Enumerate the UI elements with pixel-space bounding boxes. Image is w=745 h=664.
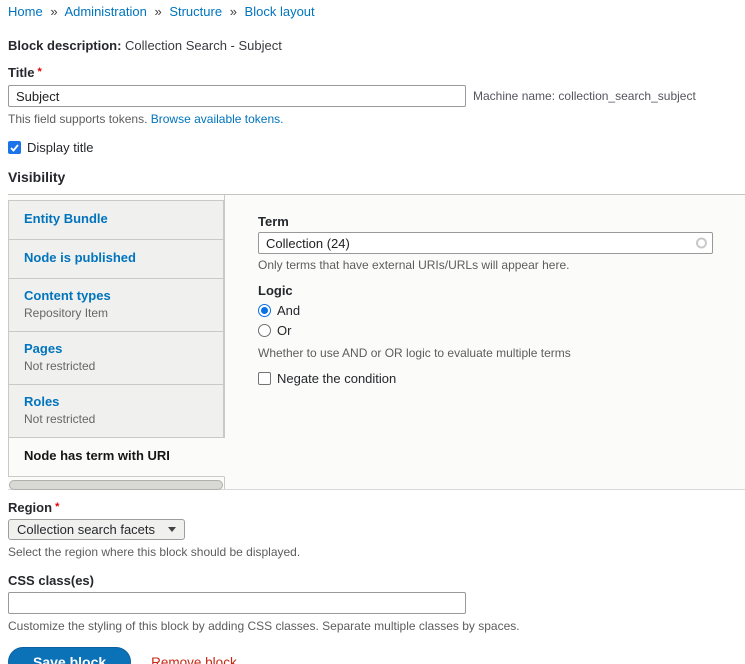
or-radio-label: Or	[277, 323, 291, 338]
browse-tokens-link[interactable]: Browse available tokens.	[151, 112, 284, 126]
tab-label: Node is published	[24, 250, 208, 266]
machine-name-label: Machine name:	[473, 89, 555, 103]
breadcrumb-link-block-layout[interactable]: Block layout	[245, 4, 315, 19]
term-input-wrap	[258, 232, 713, 254]
save-block-button[interactable]: Save block	[8, 647, 131, 664]
title-field-label: Title*	[8, 65, 745, 80]
logic-field-label: Logic	[258, 283, 745, 298]
term-field-label: Term	[258, 214, 745, 229]
tokens-help-text: This field supports tokens.	[8, 112, 147, 126]
checkmark-icon	[10, 144, 19, 152]
breadcrumb-separator: »	[154, 4, 161, 19]
breadcrumb-separator: »	[50, 4, 57, 19]
negate-condition-label: Negate the condition	[277, 371, 396, 386]
remove-block-link[interactable]: Remove block	[151, 655, 237, 664]
title-label-text: Title	[8, 65, 35, 80]
required-asterisk: *	[55, 501, 59, 513]
form-actions: Save block Remove block	[8, 647, 745, 664]
vertical-tabs-clipped-tab	[9, 480, 223, 490]
breadcrumb-link-home[interactable]: Home	[8, 4, 43, 19]
logic-description: Whether to use AND or OR logic to evalua…	[258, 346, 745, 360]
css-input-row	[8, 592, 745, 614]
machine-name: Machine name: collection_search_subject	[473, 89, 696, 103]
css-description: Customize the styling of this block by a…	[8, 619, 745, 633]
visibility-tab-pages[interactable]: Pages Not restricted	[8, 332, 224, 385]
visibility-heading: Visibility	[8, 169, 745, 185]
tab-label: Roles	[24, 394, 208, 410]
block-configuration-page: Home » Administration » Structure » Bloc…	[0, 0, 745, 664]
visibility-tab-node-is-published[interactable]: Node is published	[8, 240, 224, 279]
visibility-tab-content-types[interactable]: Content types Repository Item	[8, 279, 224, 332]
visibility-vertical-tabs: Entity Bundle Node is published Content …	[8, 194, 745, 490]
vertical-tabs-menu: Entity Bundle Node is published Content …	[8, 195, 224, 489]
autocomplete-indicator-icon	[696, 238, 707, 249]
title-input-row: Machine name: collection_search_subject	[8, 85, 745, 107]
title-help: This field supports tokens. Browse avail…	[8, 112, 745, 126]
block-description-value: Collection Search - Subject	[125, 38, 282, 53]
machine-name-value: collection_search_subject	[558, 89, 695, 103]
css-classes-label: CSS class(es)	[8, 573, 745, 588]
region-select[interactable]: Collection search facets	[8, 519, 185, 540]
display-title-checkbox[interactable]	[8, 141, 21, 154]
tab-label: Entity Bundle	[24, 211, 208, 227]
region-label-text: Region	[8, 500, 52, 515]
negate-condition-row[interactable]: Negate the condition	[258, 371, 745, 386]
and-radio[interactable]	[258, 304, 271, 317]
css-classes-input[interactable]	[8, 592, 466, 614]
visibility-tab-entity-bundle[interactable]: Entity Bundle	[8, 200, 224, 240]
chevron-down-icon	[168, 527, 176, 532]
title-input[interactable]	[8, 85, 466, 107]
tab-summary: Not restricted	[24, 412, 208, 427]
tab-label: Pages	[24, 341, 208, 357]
term-description: Only terms that have external URIs/URLs …	[258, 258, 745, 272]
tab-label: Content types	[24, 288, 208, 304]
breadcrumb-link-structure[interactable]: Structure	[169, 4, 222, 19]
breadcrumb-link-administration[interactable]: Administration	[64, 4, 146, 19]
visibility-tab-panel: Term Only terms that have external URIs/…	[224, 195, 745, 489]
visibility-tab-node-has-term-with-uri[interactable]: Node has term with URI	[8, 438, 225, 477]
required-asterisk: *	[38, 66, 42, 78]
and-radio-label: And	[277, 303, 300, 318]
region-description: Select the region where this block shoul…	[8, 545, 745, 559]
term-autocomplete-input[interactable]	[258, 232, 713, 254]
tab-summary: Not restricted	[24, 359, 208, 374]
negate-condition-checkbox[interactable]	[258, 372, 271, 385]
block-description-label: Block description:	[8, 38, 121, 53]
display-title-label: Display title	[27, 140, 93, 155]
logic-option-and[interactable]: And	[258, 302, 745, 318]
logic-option-or[interactable]: Or	[258, 322, 745, 338]
visibility-tab-roles[interactable]: Roles Not restricted	[8, 385, 224, 438]
block-description: Block description: Collection Search - S…	[8, 38, 745, 53]
region-select-value: Collection search facets	[17, 522, 155, 537]
breadcrumb-separator: »	[230, 4, 237, 19]
region-field-label: Region*	[8, 500, 745, 515]
or-radio[interactable]	[258, 324, 271, 337]
breadcrumb: Home » Administration » Structure » Bloc…	[8, 4, 745, 19]
radio-dot	[261, 307, 268, 314]
display-title-row[interactable]: Display title	[8, 140, 745, 155]
tab-label: Node has term with URI	[24, 448, 209, 464]
tab-summary: Repository Item	[24, 306, 208, 321]
